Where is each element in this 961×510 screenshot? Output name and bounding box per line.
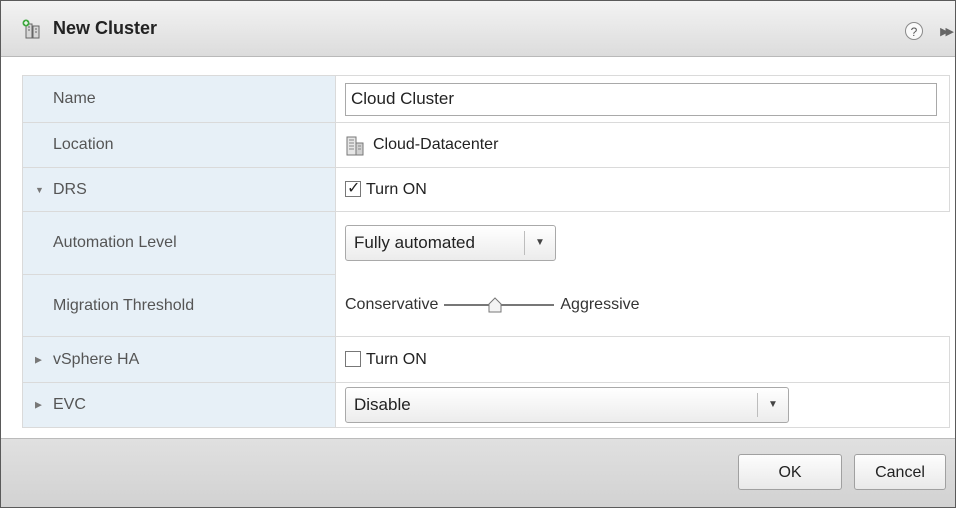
vsphere-ha-turn-on-checkbox[interactable] xyxy=(345,351,361,368)
dialog-footer: OK Cancel xyxy=(1,438,955,507)
location-row: Location Cloud-Datacenter xyxy=(22,122,950,168)
chevron-down-icon[interactable]: ▼ xyxy=(757,393,788,417)
double-chevron-right-icon[interactable]: ▶▶ xyxy=(940,25,954,38)
drs-row: ▼ DRS ✓ Turn ON xyxy=(22,167,950,212)
location-value: Cloud-Datacenter xyxy=(373,136,499,154)
vsphere-ha-row: ▶ vSphere HA Turn ON xyxy=(22,336,950,383)
migration-threshold-row: Migration Threshold Conservative Aggress… xyxy=(22,274,950,337)
dialog-body: Name Location Cloud-Datacenter xyxy=(1,57,955,439)
triangle-right-icon[interactable]: ▶ xyxy=(35,354,42,365)
slider-track[interactable] xyxy=(444,297,555,313)
slider-max-label: Aggressive xyxy=(560,296,640,314)
slider-min-label: Conservative xyxy=(345,296,439,314)
migration-threshold-slider[interactable]: Conservative Aggressive xyxy=(345,296,950,314)
name-label: Name xyxy=(22,75,336,123)
automation-level-row: Automation Level Fully automated ▼ xyxy=(22,211,950,275)
ok-button[interactable]: OK xyxy=(738,454,842,490)
evc-row: ▶ EVC Disable ▼ xyxy=(22,382,950,428)
triangle-down-icon[interactable]: ▼ xyxy=(35,185,44,195)
chevron-down-icon[interactable]: ▼ xyxy=(524,231,555,256)
evc-label[interactable]: ▶ EVC xyxy=(22,382,336,428)
new-cluster-icon xyxy=(22,19,40,39)
vsphere-ha-label[interactable]: ▶ vSphere HA xyxy=(22,336,336,383)
slider-thumb[interactable] xyxy=(488,297,502,313)
drs-turn-on-checkbox[interactable]: ✓ xyxy=(345,180,361,198)
triangle-right-icon[interactable]: ▶ xyxy=(35,400,42,411)
drs-turn-on-label[interactable]: Turn ON xyxy=(366,181,427,198)
migration-threshold-label: Migration Threshold xyxy=(22,274,336,337)
cluster-properties-table: Name Location Cloud-Datacenter xyxy=(22,75,950,428)
new-cluster-dialog: New Cluster ? ▶▶ Name Location xyxy=(0,0,956,508)
location-label: Location xyxy=(22,122,336,168)
automation-level-select[interactable]: Fully automated ▼ xyxy=(345,225,556,262)
drs-label[interactable]: ▼ DRS xyxy=(22,167,336,212)
dialog-titlebar: New Cluster ? ▶▶ xyxy=(1,1,955,57)
dialog-title: New Cluster xyxy=(53,18,158,38)
cluster-name-input[interactable] xyxy=(345,82,937,116)
vsphere-ha-turn-on-label[interactable]: Turn ON xyxy=(366,351,427,368)
cancel-button[interactable]: Cancel xyxy=(854,454,946,490)
evc-select[interactable]: Disable ▼ xyxy=(345,387,789,423)
datacenter-icon xyxy=(346,136,364,156)
automation-level-label: Automation Level xyxy=(22,211,336,275)
help-icon[interactable]: ? xyxy=(905,22,923,40)
name-row: Name xyxy=(22,75,950,123)
